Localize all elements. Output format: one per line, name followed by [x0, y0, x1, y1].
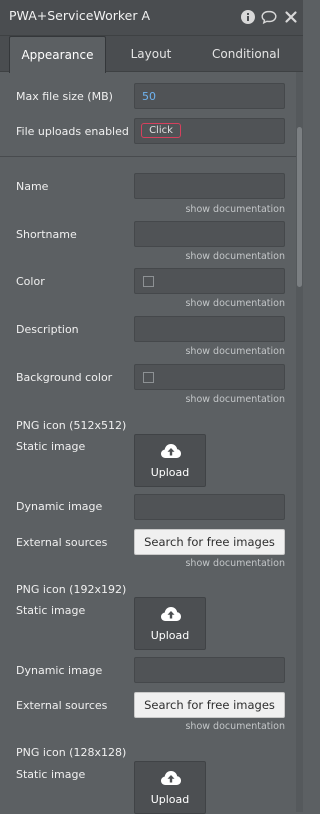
max-file-size-value: 50	[142, 90, 156, 103]
upload-button[interactable]: Upload	[134, 761, 206, 814]
cloud-upload-icon	[161, 444, 181, 458]
show-documentation-link[interactable]: show documentation	[185, 558, 285, 569]
upload-label: Upload	[150, 629, 190, 642]
search-free-images-button[interactable]: Search for free images	[134, 692, 285, 718]
show-documentation-link[interactable]: show documentation	[185, 721, 285, 732]
png-icon-512-heading: PNG icon (512x512)	[16, 419, 127, 432]
dynamic-image-label: Dynamic image	[16, 500, 103, 513]
dynamic-image-label: Dynamic image	[16, 664, 103, 677]
name-label: Name	[16, 180, 49, 193]
cloud-upload-icon	[161, 607, 181, 621]
upload-button[interactable]: Upload	[134, 597, 206, 650]
file-uploads-field: Click	[134, 118, 285, 144]
upload-label: Upload	[150, 793, 190, 806]
show-documentation-link[interactable]: show documentation	[185, 346, 285, 357]
color-label: Color	[16, 275, 45, 288]
max-file-size-input[interactable]: 50	[134, 83, 285, 109]
shortname-input[interactable]	[134, 221, 285, 247]
section-divider	[0, 156, 296, 157]
external-sources-label: External sources	[16, 699, 108, 712]
show-documentation-link[interactable]: show documentation	[185, 394, 285, 405]
upload-button[interactable]: Upload	[134, 434, 206, 487]
dynamic-image-input[interactable]	[134, 494, 285, 520]
color-checkbox[interactable]	[143, 276, 154, 287]
shortname-label: Shortname	[16, 228, 77, 241]
background-color-label: Background color	[16, 371, 113, 384]
description-label: Description	[16, 323, 79, 336]
color-picker[interactable]	[134, 268, 285, 294]
file-uploads-label: File uploads enabled	[16, 125, 129, 138]
show-documentation-link[interactable]: show documentation	[185, 204, 285, 215]
static-image-label: Static image	[16, 440, 86, 453]
tab-appearance[interactable]: Appearance	[9, 36, 106, 73]
background-color-checkbox[interactable]	[143, 372, 154, 383]
upload-label: Upload	[150, 466, 190, 479]
show-documentation-link[interactable]: show documentation	[185, 298, 285, 309]
dynamic-image-input[interactable]	[134, 657, 285, 683]
close-icon[interactable]	[283, 9, 299, 25]
tab-bar: Appearance Layout Conditional	[0, 36, 303, 73]
description-input[interactable]	[134, 316, 285, 342]
cloud-upload-icon	[161, 771, 181, 785]
max-file-size-label: Max file size (MB)	[16, 90, 113, 103]
static-image-label: Static image	[16, 604, 86, 617]
name-input[interactable]	[134, 173, 285, 199]
external-sources-label: External sources	[16, 536, 108, 549]
scrollbar[interactable]	[296, 72, 303, 812]
scrollbar-thumb[interactable]	[297, 127, 302, 287]
comment-icon[interactable]	[261, 9, 277, 25]
static-image-label: Static image	[16, 768, 86, 781]
png-icon-128-heading: PNG icon (128x128)	[16, 746, 127, 759]
show-documentation-link[interactable]: show documentation	[185, 251, 285, 262]
search-free-images-button[interactable]: Search for free images	[134, 529, 285, 555]
info-icon[interactable]	[240, 9, 256, 25]
png-icon-192-heading: PNG icon (192x192)	[16, 583, 127, 596]
tab-conditional[interactable]: Conditional	[197, 36, 295, 71]
panel-title: PWA+ServiceWorker A	[9, 8, 150, 23]
file-uploads-click-button[interactable]: Click	[141, 123, 181, 138]
panel-header: PWA+ServiceWorker A	[0, 0, 303, 36]
tab-layout[interactable]: Layout	[105, 36, 197, 71]
background-color-picker[interactable]	[134, 364, 285, 390]
